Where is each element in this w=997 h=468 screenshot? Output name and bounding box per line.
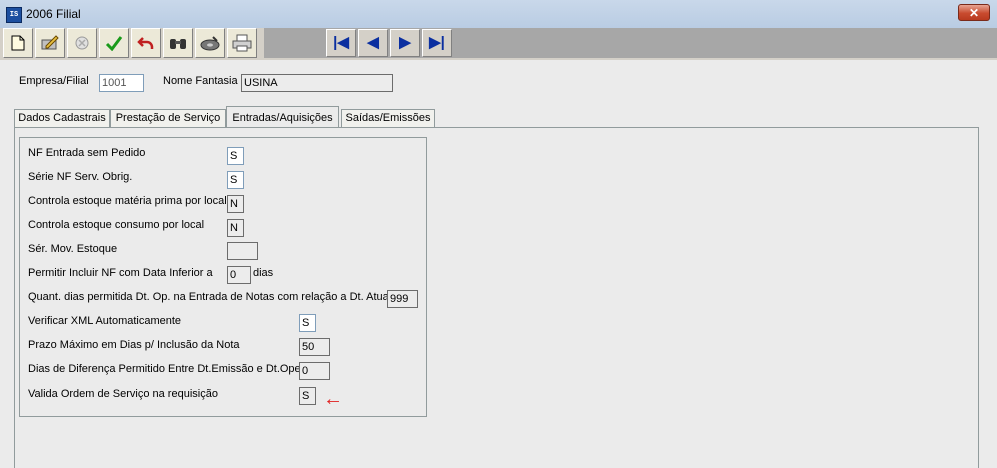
nf-entrada-sem-pedido-label: NF Entrada sem Pedido (28, 147, 146, 159)
delete-icon (74, 34, 90, 51)
next-record-icon: ▶ (399, 34, 411, 51)
empresa-filial-label: Empresa/Filial (19, 75, 89, 87)
verificar-xml-label: Verificar XML Automaticamente (28, 315, 182, 327)
delete-button[interactable] (67, 28, 97, 58)
permitir-nf-data-inferior-field[interactable]: 0 (227, 266, 251, 284)
record-navigation: |◀ ◀ ▶ ▶| (326, 28, 454, 58)
print-icon (231, 34, 253, 52)
dias-diferenca-label: Dias de Diferença Permitido Entre Dt.Emi… (28, 363, 307, 375)
undo-button[interactable] (131, 28, 161, 58)
quant-dias-dt-op-field[interactable]: 999 (387, 290, 418, 308)
previous-record-button[interactable]: ◀ (358, 29, 388, 57)
main-panel: Empresa/Filial 1001 Nome Fantasia USINA … (0, 60, 997, 468)
search-button[interactable] (163, 28, 193, 58)
verificar-xml-field[interactable]: S (299, 314, 316, 332)
edit-icon (40, 34, 60, 51)
toolbar: |◀ ◀ ▶ ▶| (0, 28, 997, 61)
close-button[interactable]: ✕ (958, 4, 990, 21)
controla-estoque-mp-label: Controla estoque matéria prima por local (28, 195, 227, 207)
ser-mov-estoque-field[interactable] (227, 242, 258, 260)
nome-fantasia-label: Nome Fantasia (163, 75, 238, 87)
search-icon (168, 34, 188, 51)
last-record-icon: ▶| (429, 34, 445, 51)
disk-button[interactable] (195, 28, 225, 58)
new-icon (11, 34, 25, 51)
controla-estoque-consumo-label: Controla estoque consumo por local (28, 219, 205, 231)
empresa-filial-field[interactable]: 1001 (99, 74, 144, 92)
controla-estoque-mp-field[interactable]: N (227, 195, 244, 213)
nome-fantasia-field[interactable]: USINA (241, 74, 393, 92)
tab-dados-cadastrais[interactable]: Dados Cadastrais (14, 109, 110, 127)
annotation-arrow-icon: ← (323, 388, 343, 410)
next-record-button[interactable]: ▶ (390, 29, 420, 57)
dias-suffix: dias (253, 267, 274, 279)
nf-entrada-sem-pedido-field[interactable]: S (227, 147, 244, 165)
last-record-button[interactable]: ▶| (422, 29, 452, 57)
serie-nf-serv-obrig-label: Série NF Serv. Obrig. (28, 171, 133, 183)
disk-icon (200, 34, 220, 51)
print-button[interactable] (227, 28, 257, 58)
valida-ordem-servico-label: Valida Ordem de Serviço na requisição (28, 388, 218, 400)
toolbar-empty-area (454, 28, 997, 58)
toolbar-separator (264, 28, 326, 58)
confirm-button[interactable] (99, 28, 129, 58)
title-bar: IS 2006 Filial ✕ (0, 0, 997, 29)
previous-record-icon: ◀ (367, 34, 379, 51)
valida-ordem-servico-field[interactable]: S (299, 387, 316, 405)
new-button[interactable] (3, 28, 33, 58)
first-record-button[interactable]: |◀ (326, 29, 356, 57)
undo-icon (137, 34, 155, 51)
window-title: 2006 Filial (26, 7, 81, 21)
serie-nf-serv-obrig-field[interactable]: S (227, 171, 244, 189)
tab-prestacao-servico[interactable]: Prestação de Serviço (110, 109, 226, 127)
permitir-nf-data-inferior-label: Permitir Incluir NF com Data Inferior a (28, 267, 213, 279)
edit-button[interactable] (35, 28, 65, 58)
prazo-maximo-label: Prazo Máximo em Dias p/ Inclusão da Nota (28, 339, 240, 351)
quant-dias-dt-op-label: Quant. dias permitida Dt. Op. na Entrada… (28, 291, 392, 303)
tab-saidas-emissoes[interactable]: Saídas/Emissões (341, 109, 435, 127)
ser-mov-estoque-label: Sér. Mov. Estoque (28, 243, 118, 255)
dias-diferenca-field[interactable]: 0 (299, 362, 330, 380)
prazo-maximo-field[interactable]: 50 (299, 338, 330, 356)
tab-entradas-aquisicoes[interactable]: Entradas/Aquisições (226, 106, 339, 128)
app-icon: IS (6, 7, 22, 23)
confirm-icon (105, 34, 123, 52)
first-record-icon: |◀ (333, 34, 349, 51)
controla-estoque-consumo-field[interactable]: N (227, 219, 244, 237)
